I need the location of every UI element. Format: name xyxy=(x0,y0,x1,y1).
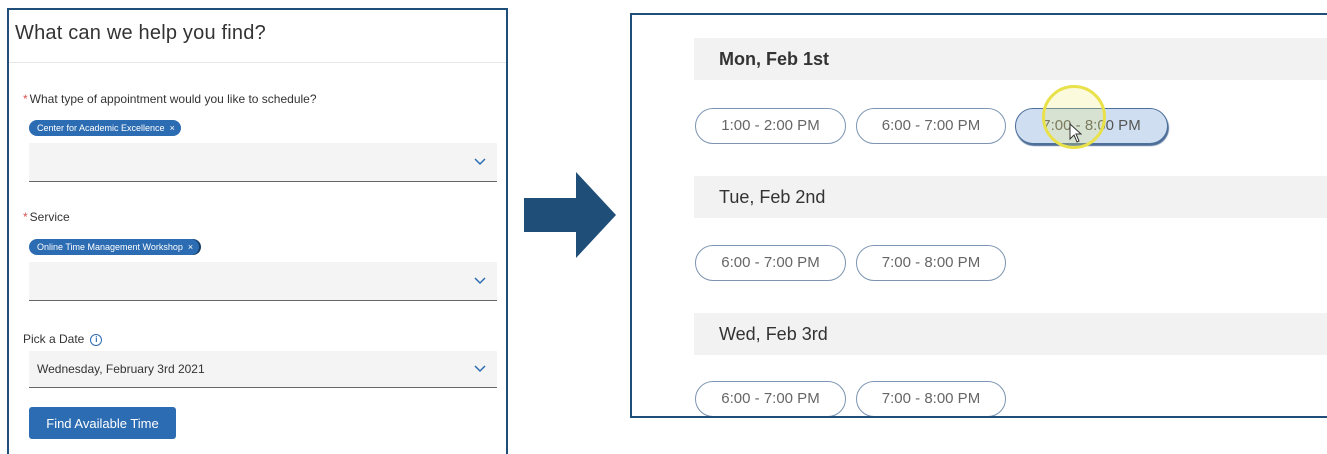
search-form-panel: What can we help you find? * What type of… xyxy=(7,8,508,454)
title-divider xyxy=(9,62,506,63)
date-value: Wednesday, February 3rd 2021 xyxy=(37,362,205,376)
day-header-tue: Tue, Feb 2nd xyxy=(694,176,1327,218)
remove-chip-icon[interactable]: × xyxy=(188,242,193,252)
day-header-mon: Mon, Feb 1st xyxy=(694,38,1327,80)
chevron-down-icon xyxy=(474,158,486,166)
date-picker[interactable]: Wednesday, February 3rd 2021 xyxy=(29,351,497,388)
arrow-right-icon xyxy=(524,172,616,258)
appointment-type-select[interactable] xyxy=(29,143,497,182)
time-slot[interactable]: 6:00 - 7:00 PM xyxy=(856,108,1006,144)
available-times-panel: Mon, Feb 1st 1:00 - 2:00 PM 6:00 - 7:00 … xyxy=(630,13,1327,418)
date-label: Pick a Date i xyxy=(23,332,103,346)
mouse-cursor-icon xyxy=(1069,123,1083,143)
time-slot[interactable]: 6:00 - 7:00 PM xyxy=(695,381,846,416)
chevron-down-icon xyxy=(474,365,486,373)
appointment-type-chip: Center for Academic Excellence × xyxy=(29,120,181,136)
remove-chip-icon[interactable]: × xyxy=(170,123,175,133)
service-select[interactable] xyxy=(29,262,497,301)
service-chip: Online Time Management Workshop × xyxy=(29,239,200,255)
time-slot[interactable]: 7:00 - 8:00 PM xyxy=(856,381,1006,416)
time-slot[interactable]: 7:00 - 8:00 PM xyxy=(856,245,1006,281)
service-label: * Service xyxy=(23,210,70,224)
required-marker: * xyxy=(23,210,28,224)
info-icon[interactable]: i xyxy=(90,333,103,346)
time-slot[interactable]: 6:00 - 7:00 PM xyxy=(695,245,846,281)
find-available-time-button[interactable]: Find Available Time xyxy=(29,407,176,439)
form-title: What can we help you find? xyxy=(15,22,266,44)
required-marker: * xyxy=(23,92,28,106)
chevron-down-icon xyxy=(474,277,486,285)
appointment-type-label: * What type of appointment would you like… xyxy=(23,92,317,106)
time-slot[interactable]: 1:00 - 2:00 PM xyxy=(695,108,846,144)
day-header-wed: Wed, Feb 3rd xyxy=(694,313,1327,355)
